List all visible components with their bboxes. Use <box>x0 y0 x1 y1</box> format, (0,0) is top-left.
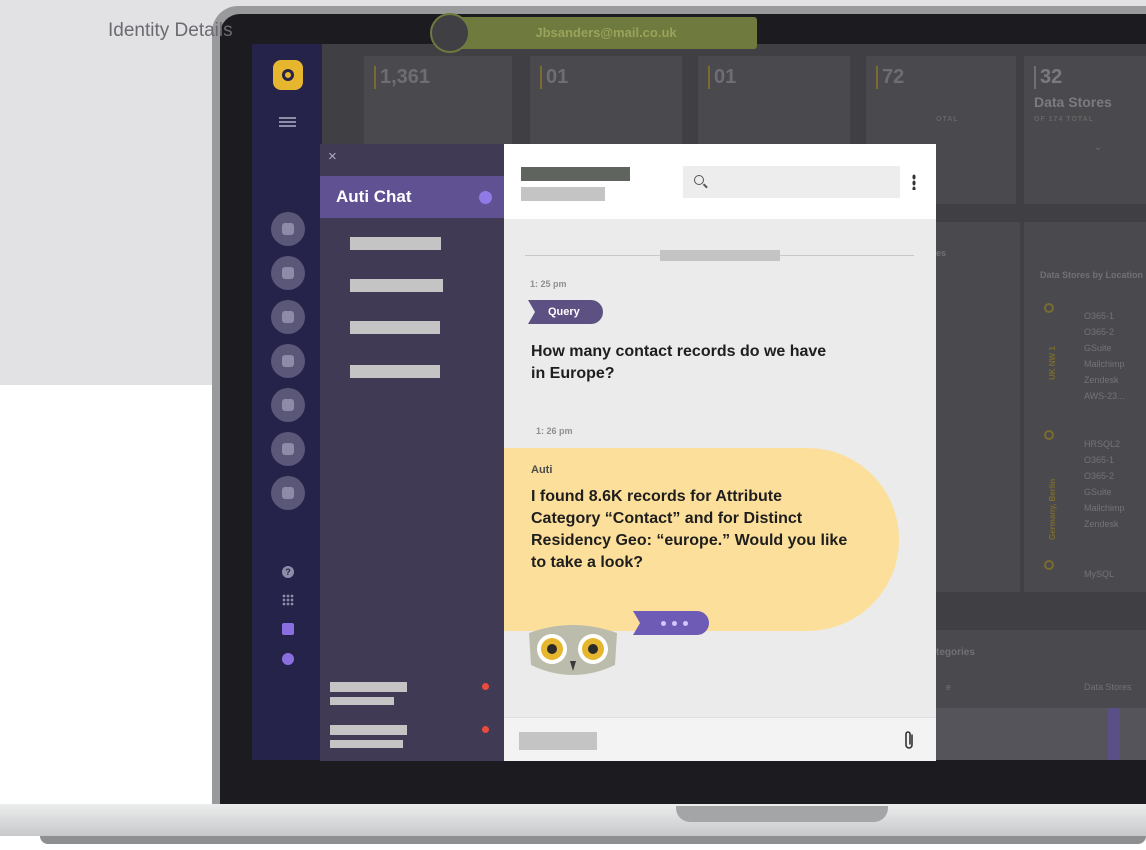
chat-panel: 1: 25 pm Query How many contact records … <box>504 144 936 761</box>
stat-value: 01 <box>540 66 568 89</box>
location-pin-icon <box>1044 303 1054 313</box>
categories-title: tegories <box>936 647 975 658</box>
chat-header <box>504 144 936 219</box>
bot-message: I found 8.6K records for Attribute Categ… <box>531 488 848 571</box>
conversation-item-sub <box>330 697 394 705</box>
chat-sidebar: × Auti Chat <box>320 144 504 761</box>
apps-grid-icon[interactable] <box>282 594 294 606</box>
conversation-item[interactable] <box>350 321 440 334</box>
stat-value: 72 <box>876 66 904 89</box>
chat-side-header[interactable]: Auti Chat <box>320 176 504 218</box>
close-icon[interactable]: × <box>328 148 337 165</box>
panel-title: es <box>936 248 947 258</box>
clock-icon[interactable] <box>271 476 305 510</box>
menu-icon[interactable] <box>279 117 296 127</box>
owl-mascot-icon <box>529 625 617 675</box>
search-input[interactable] <box>683 166 900 198</box>
attachment-icon[interactable] <box>902 729 916 751</box>
dashboard-icon[interactable] <box>271 212 305 246</box>
chat-title: Auti Chat <box>336 187 412 206</box>
bot-name: Auti <box>531 464 553 476</box>
date-divider <box>780 255 914 256</box>
chat-icon[interactable] <box>282 623 294 635</box>
contact-name <box>521 167 630 181</box>
map-panel <box>936 222 1020 592</box>
laptop-base-shadow <box>40 836 1146 844</box>
stat-value: 01 <box>708 66 736 89</box>
toggle-settings-icon[interactable] <box>271 432 305 466</box>
column-header: Data Stores <box>1084 682 1132 692</box>
bar-mark <box>1108 708 1120 760</box>
identity-icon[interactable] <box>271 344 305 378</box>
conversation-item[interactable] <box>330 725 407 735</box>
flow-icon[interactable] <box>271 388 305 422</box>
app-logo[interactable] <box>273 60 303 90</box>
app-sidebar: ? <box>252 44 322 760</box>
laptop-base <box>0 804 1146 836</box>
conversation-item[interactable] <box>350 365 440 378</box>
identity-email-field[interactable]: Jbsanders@mail.co.uk <box>455 17 757 49</box>
location-name: UK NW 1 <box>1048 346 1057 380</box>
radar-icon[interactable] <box>271 256 305 290</box>
status-dot <box>479 191 492 204</box>
data-stores-icon[interactable] <box>271 300 305 334</box>
date-label <box>660 250 780 261</box>
stat-value: 1,361 <box>374 66 430 89</box>
location-pin-icon <box>1044 560 1054 570</box>
settings-icon[interactable] <box>282 653 294 665</box>
location-store-list: O365-1 O365-2 GSuite Mailchimp Zendesk A… <box>1084 311 1125 401</box>
conversation-item[interactable] <box>330 682 407 692</box>
logo-mark-icon <box>282 69 294 81</box>
unread-dot <box>482 726 489 733</box>
stat-sub: OF 174 TOTAL <box>1034 116 1094 123</box>
page-title: Identity Details <box>108 20 233 41</box>
query-message: How many contact records do we have in E… <box>531 343 827 382</box>
stat-value: 32 <box>1034 66 1062 89</box>
help-icon[interactable]: ? <box>282 566 294 578</box>
date-divider <box>525 255 660 256</box>
more-options-icon[interactable] <box>912 174 916 190</box>
identity-icon <box>430 13 470 53</box>
unread-dot <box>482 683 489 690</box>
contact-status <box>521 187 605 201</box>
typing-indicator <box>633 611 709 635</box>
location-store-list: MySQL <box>1084 569 1115 579</box>
message-time: 1: 25 pm <box>530 279 567 289</box>
location-name: Germany, Berlin <box>1048 478 1057 540</box>
laptop-notch <box>676 806 888 822</box>
stat-card-data-stores[interactable]: 32 Data Stores OF 174 TOTAL ⌄ <box>1024 56 1146 204</box>
conversation-item[interactable] <box>350 237 441 250</box>
query-tag: Query <box>528 300 603 324</box>
message-input[interactable] <box>504 717 936 761</box>
location-pin-icon <box>1044 430 1054 440</box>
message-time: 1: 26 pm <box>536 426 573 436</box>
input-placeholder <box>519 732 597 750</box>
stat-label: Data Stores <box>1034 94 1112 110</box>
column-header: e <box>946 682 952 692</box>
location-store-list: HRSQL2 O365-1 O365-2 GSuite Mailchimp Ze… <box>1084 439 1125 529</box>
conversation-item[interactable] <box>350 279 443 292</box>
search-icon <box>694 175 704 185</box>
conversation-item-sub <box>330 740 403 748</box>
stat-sub: OTAL <box>936 116 959 123</box>
chevron-down-icon[interactable]: ⌄ <box>1094 142 1102 153</box>
locations-title: Data Stores by Location <box>1040 270 1144 280</box>
